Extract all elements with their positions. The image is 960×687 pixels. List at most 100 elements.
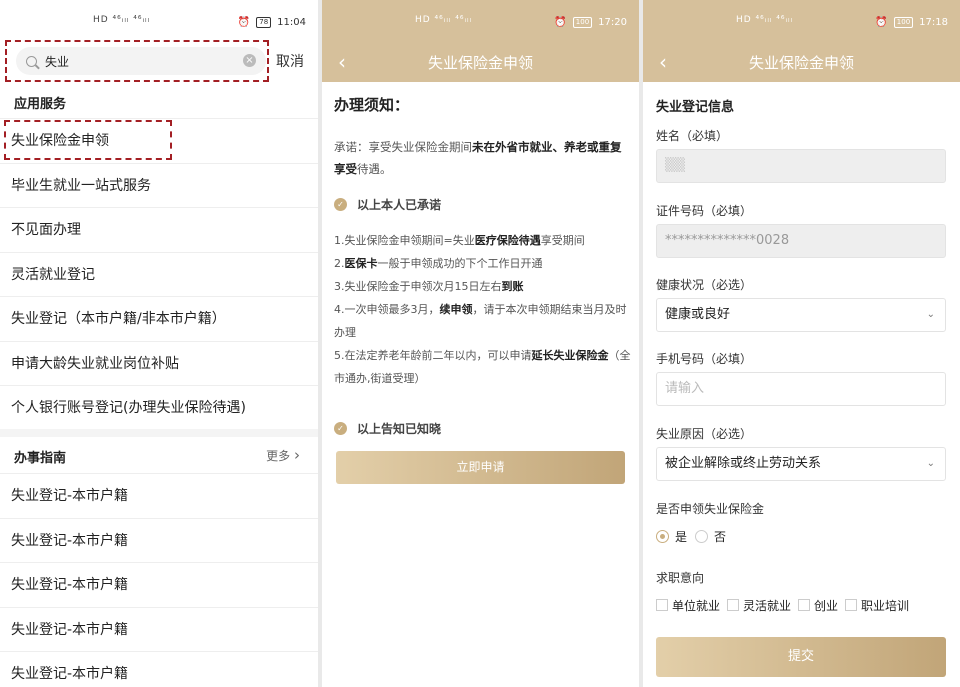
reason-value: 被企业解除或终止劳动关系	[665, 456, 822, 471]
rules-list: 1.失业保险金申领期间=失业医疗保险待遇享受期间 2.医保卡一般于申领成功的下个工…	[334, 229, 632, 390]
name-field: ▒▒	[656, 149, 946, 183]
promise-checkbox[interactable]: ✓ 以上本人已承诺	[334, 196, 441, 213]
rule-text: 一般于申领成功的下个工作日开通	[377, 257, 543, 270]
intent-checkbox[interactable]: 灵活就业	[727, 597, 791, 614]
phone-input[interactable]: 请输入	[656, 372, 946, 406]
search-icon	[26, 55, 37, 67]
claim-yes-radio[interactable]: 是	[656, 528, 687, 545]
signal-indicator: HD ⁴⁶ᵢₗₗ ⁴⁶ᵢₗₗ	[736, 15, 794, 25]
guide-item[interactable]: 失业登记-本市户籍	[0, 517, 318, 562]
rule-text: 延长失业保险金	[531, 349, 609, 362]
service-item[interactable]: 申请大龄失业就业岗位补贴	[0, 340, 318, 385]
page-title: 失业保险金申领	[748, 54, 854, 72]
checkbox-icon	[798, 599, 811, 611]
search-screen: HD ⁴⁶ᵢₗₗ ⁴⁶ᵢₗₗ ⏰ 78 11:04 失业 × 取消 应用服务 失…	[0, 0, 318, 687]
alarm-icon: ⏰	[875, 16, 888, 28]
promise-checkbox-label: 以上本人已承诺	[357, 198, 442, 212]
health-value: 健康或良好	[665, 307, 731, 322]
guide-item[interactable]: 失业登记-本市户籍	[0, 606, 318, 651]
chevron-right-icon: ›	[294, 446, 300, 464]
id-field: **************0028	[656, 224, 946, 258]
notice-checkbox-label: 以上告知已知晓	[357, 422, 442, 436]
health-label: 健康状况（必选）	[656, 278, 753, 292]
rule-item: 4.一次申领最多3月，续申领，请于本次申领期结束当月及时办理	[334, 298, 632, 344]
cancel-button[interactable]: 取消	[276, 51, 304, 71]
submit-button[interactable]: 提交	[656, 637, 946, 677]
rule-text: 续申领	[439, 303, 473, 316]
reason-select[interactable]: 被企业解除或终止劳动关系 ⌄	[656, 447, 946, 481]
id-label: 证件号码（必填）	[656, 204, 753, 218]
rule-item: 1.失业保险金申领期间=失业医疗保险待遇享受期间	[334, 229, 632, 252]
service-item[interactable]: 个人银行账号登记(办理失业保险待遇)	[0, 385, 318, 429]
guide-item[interactable]: 失业登记-本市户籍	[0, 562, 318, 606]
checkbox-icon	[727, 599, 740, 611]
clear-icon[interactable]: ×	[243, 54, 256, 67]
rule-text: 3.失业保险金于申领次月15日左右	[334, 280, 502, 293]
status-time: 17:20	[598, 16, 627, 28]
rule-text: 2.	[334, 257, 345, 270]
intent-label: 职业培训	[861, 598, 910, 613]
promise-part-a: 承诺：享受失业保险金期间	[334, 140, 472, 154]
chevron-down-icon: ⌄	[926, 309, 935, 320]
checkbox-icon	[656, 599, 668, 611]
status-time: 11:04	[277, 16, 306, 28]
service-item[interactable]: 失业登记（本市户籍/非本市户籍）	[0, 296, 318, 340]
more-label: 更多	[266, 449, 291, 463]
rule-text: 5.在法定养老年龄前二年以内，可以申请	[334, 349, 532, 362]
status-bar: HD ⁴⁶ᵢₗₗ ⁴⁶ᵢₗₗ ⏰ 78 11:04	[0, 0, 318, 44]
guide-item[interactable]: 失业登记-本市户籍	[0, 473, 318, 517]
service-item[interactable]: 灵活就业登记	[0, 251, 318, 296]
name-value: ▒▒	[665, 158, 685, 173]
apply-button[interactable]: 立即申请	[336, 451, 625, 484]
rule-item: 3.失业保险金于申领次月15日左右到账	[334, 275, 632, 298]
promise-text: 承诺：享受失业保险金期间未在外省市就业、养老或重复享受待遇。	[334, 136, 629, 180]
form-screen: HD ⁴⁶ᵢₗₗ ⁴⁶ᵢₗₗ ⏰ 100 17:18 ‹ 失业保险金申领 失业登…	[643, 0, 960, 687]
rule-text: 享受期间	[540, 234, 585, 247]
claim-no-radio[interactable]: 否	[695, 528, 726, 545]
intent-checkbox[interactable]: 单位就业	[656, 597, 720, 614]
back-icon[interactable]: ‹	[338, 44, 346, 80]
status-bar: HD ⁴⁶ᵢₗₗ ⁴⁶ᵢₗₗ ⏰ 100 17:20	[322, 0, 639, 44]
health-select[interactable]: 健康或良好 ⌄	[656, 298, 946, 332]
search-value: 失业	[45, 54, 70, 69]
intent-checkbox[interactable]: 创业	[798, 597, 838, 614]
back-icon[interactable]: ‹	[659, 44, 667, 80]
rule-text: 医保卡	[344, 257, 378, 270]
name-label: 姓名（必填）	[656, 129, 729, 143]
form-title: 失业登记信息	[656, 100, 735, 115]
nav-bar: ‹ 失业保险金申领	[322, 44, 639, 82]
reason-label: 失业原因（必选）	[656, 427, 753, 441]
services-section-title: 应用服务	[14, 97, 67, 112]
service-item[interactable]: 不见面办理	[0, 207, 318, 251]
notice-title: 办理须知：	[334, 96, 410, 114]
search-input[interactable]: 失业 ×	[16, 47, 266, 75]
rule-text: 医疗保险待遇	[474, 234, 541, 247]
checkbox-icon	[845, 599, 858, 611]
section-divider	[0, 429, 318, 437]
guide-item[interactable]: 失业登记-本市户籍	[0, 651, 318, 687]
guide-section-title: 办事指南	[14, 451, 67, 466]
intent-checkbox[interactable]: 职业培训	[845, 597, 909, 614]
notice-checkbox[interactable]: ✓ 以上告知已知晓	[334, 420, 441, 437]
intent-label: 求职意向	[656, 571, 705, 585]
battery-icon: 100	[572, 16, 593, 28]
nav-bar: ‹ 失业保险金申领	[643, 44, 960, 82]
alarm-icon: ⏰	[554, 16, 567, 28]
rule-text: 4.一次申领最多3月，	[334, 303, 440, 316]
page-title: 失业保险金申领	[427, 54, 533, 72]
claim-label: 是否申领失业保险金	[656, 502, 765, 516]
intent-label: 灵活就业	[743, 598, 792, 613]
chevron-down-icon: ⌄	[926, 458, 935, 469]
status-bar: HD ⁴⁶ᵢₗₗ ⁴⁶ᵢₗₗ ⏰ 100 17:18	[643, 0, 960, 44]
service-item[interactable]: 毕业生就业一站式服务	[0, 162, 318, 207]
radio-selected-icon	[656, 530, 669, 543]
alarm-icon: ⏰	[237, 16, 251, 28]
radio-icon	[695, 530, 708, 543]
more-link[interactable]: 更多 ›	[266, 446, 300, 464]
phone-label: 手机号码（必填）	[656, 352, 753, 366]
battery-icon: 100	[893, 16, 914, 28]
rule-text: 1.失业保险金申领期间=失业	[334, 234, 475, 247]
intent-label: 单位就业	[672, 598, 721, 613]
signal-indicator: HD ⁴⁶ᵢₗₗ ⁴⁶ᵢₗₗ	[93, 15, 151, 25]
phone-placeholder: 请输入	[665, 381, 705, 396]
